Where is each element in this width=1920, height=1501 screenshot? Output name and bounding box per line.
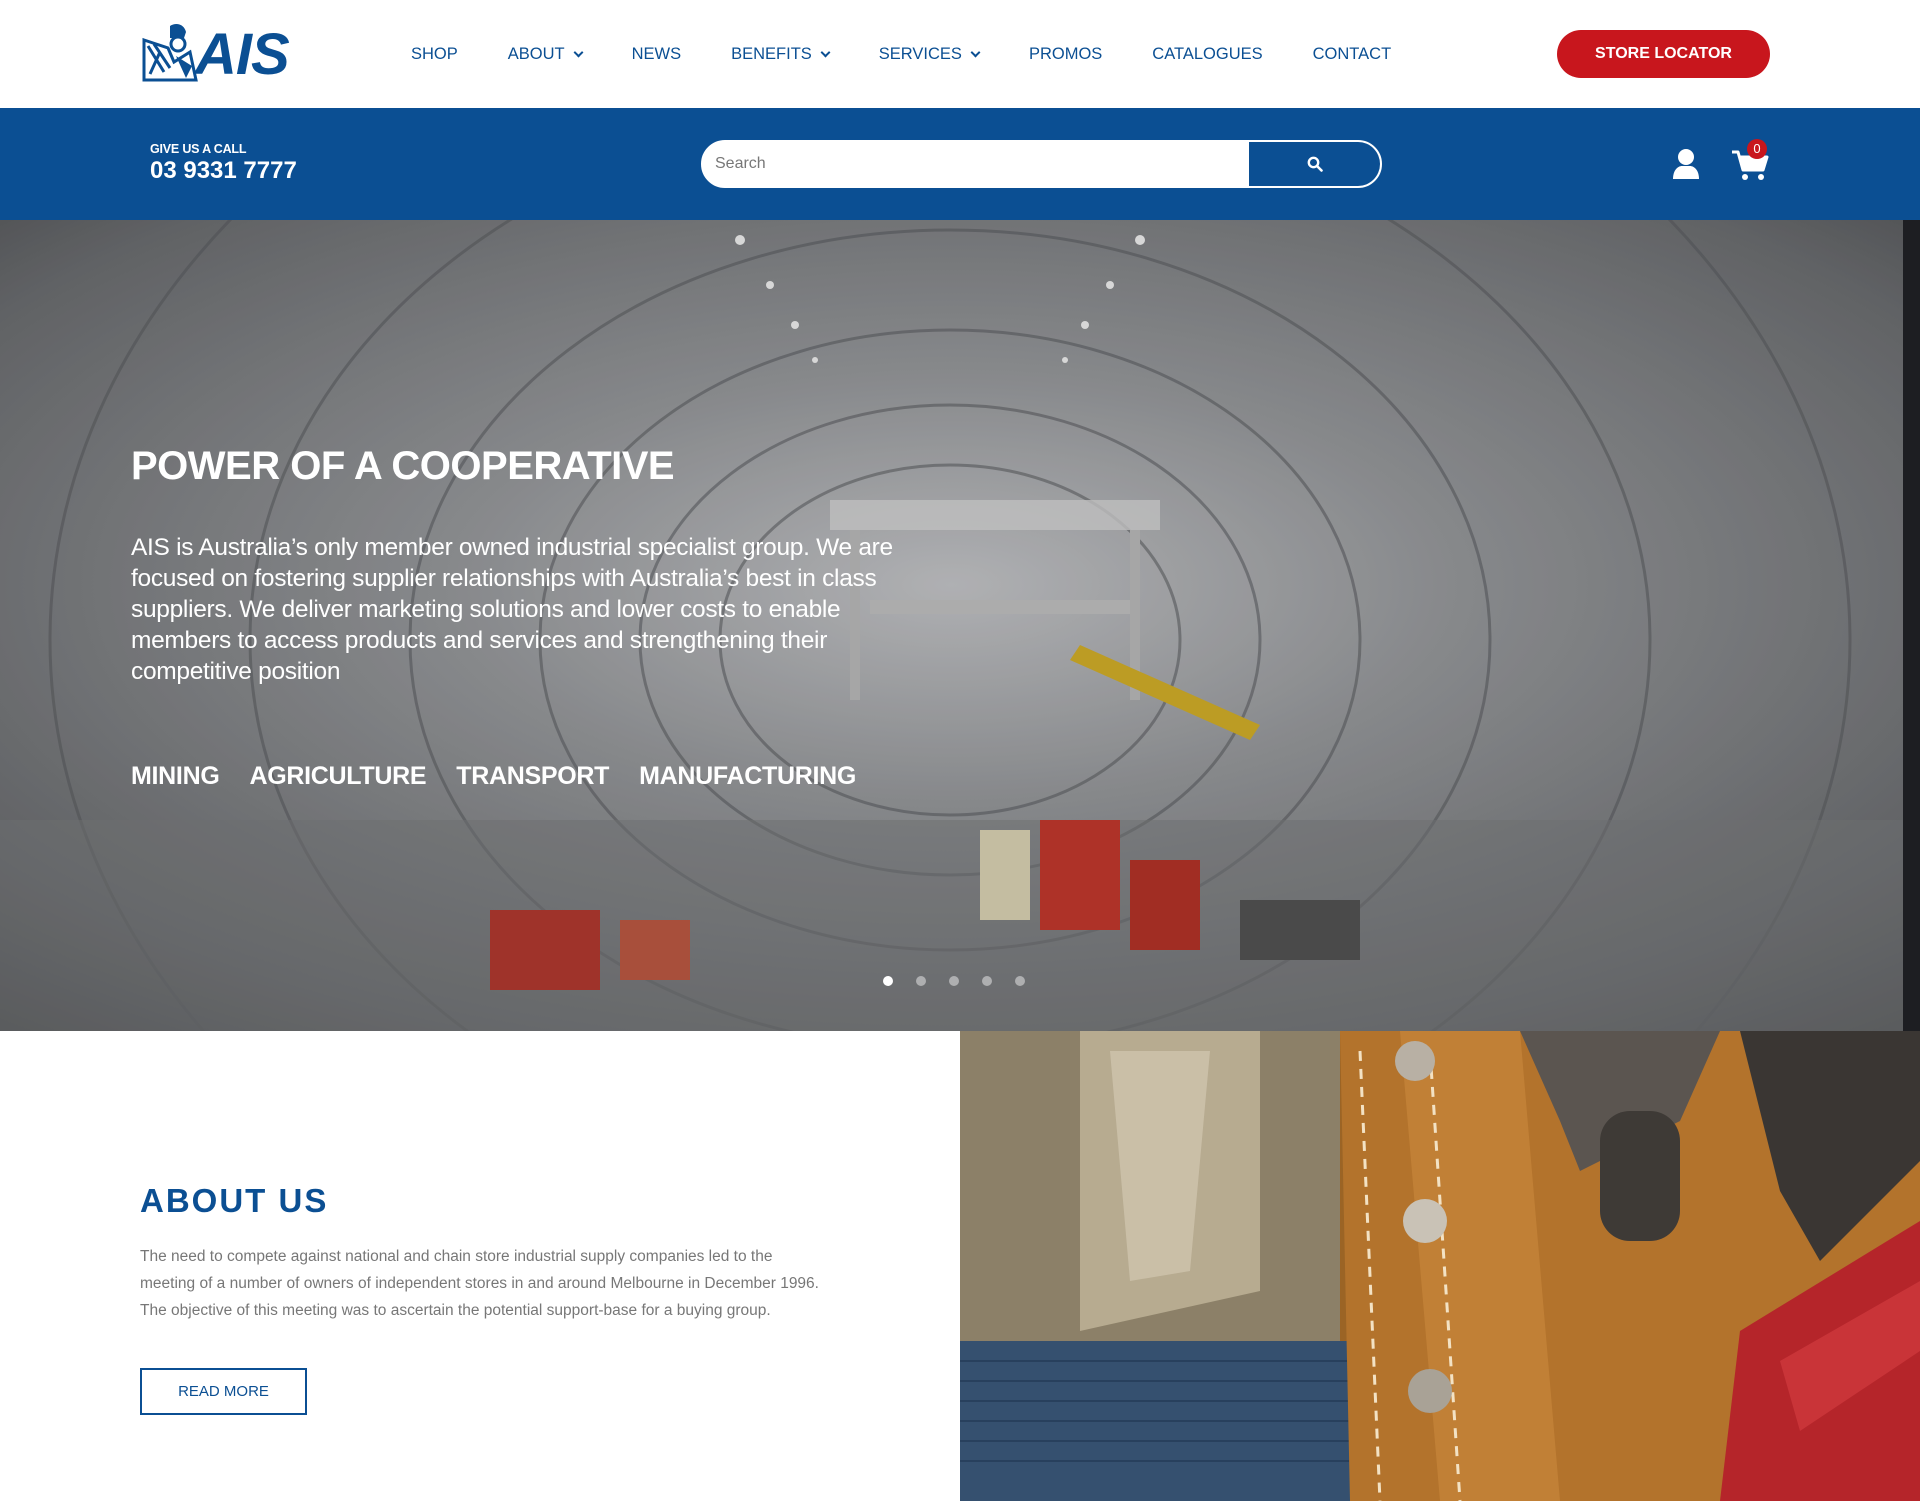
slider-dot[interactable] — [982, 976, 992, 986]
about-text: The need to compete against national and… — [140, 1248, 819, 1319]
search-box — [701, 140, 1382, 188]
nav-label: NEWS — [631, 45, 682, 63]
about-section: ABOUT US The need to compete against nat… — [0, 1031, 960, 1501]
logo-wordmark: AIS — [195, 22, 290, 87]
nav-label: CONTACT — [1312, 45, 1392, 63]
slider-dot[interactable] — [1015, 976, 1025, 986]
nav-item-services[interactable]: SERVICES — [878, 44, 981, 64]
industry-links: MINING AGRICULTURE TRANSPORT MANUFACTURI… — [131, 760, 886, 792]
industry-link-manufacturing[interactable]: MANUFACTURING — [639, 760, 856, 792]
hero-title: POWER OF A COOPERATIVE — [131, 444, 675, 488]
industry-link-transport[interactable]: TRANSPORT — [456, 760, 609, 792]
slider-dot[interactable] — [949, 976, 959, 986]
call-label: GIVE US A CALL — [150, 142, 247, 156]
slider-dot[interactable] — [916, 976, 926, 986]
chevron-down-icon — [573, 47, 584, 57]
industry-link-agriculture[interactable]: AGRICULTURE — [249, 760, 426, 792]
site-header: AIS SHOP ABOUT NEWS BENEFITS SERVICES PR… — [0, 0, 1920, 108]
worker-mascot-icon — [142, 24, 198, 82]
ais-logo[interactable]: AIS — [140, 22, 290, 86]
industry-link-mining[interactable]: MINING — [131, 760, 220, 792]
nav-label: CATALOGUES — [1152, 45, 1263, 63]
hero-edge — [1903, 220, 1920, 1031]
nav-item-about[interactable]: ABOUT — [507, 44, 584, 64]
nav-label: BENEFITS — [731, 45, 812, 63]
read-more-button[interactable]: READ MORE — [140, 1368, 307, 1415]
nav-item-benefits[interactable]: BENEFITS — [731, 44, 831, 64]
tool-belt-photo — [960, 1031, 1920, 1501]
nav-label: SHOP — [411, 45, 458, 63]
phone-number[interactable]: 03 9331 7777 — [150, 156, 297, 186]
nav-label: PROMOS — [1028, 45, 1103, 63]
user-icon[interactable] — [1672, 148, 1700, 180]
search-input[interactable] — [703, 142, 1249, 186]
chevron-down-icon — [970, 47, 981, 57]
contact-search-bar: GIVE US A CALL 03 9331 7777 0 — [0, 108, 1920, 220]
nav-item-catalogues[interactable]: CATALOGUES — [1152, 44, 1262, 64]
slider-dot[interactable] — [883, 976, 893, 986]
nav-label: ABOUT — [507, 45, 565, 63]
hero-description: AIS is Australia’s only member owned ind… — [131, 534, 893, 685]
nav-item-promos[interactable]: PROMOS — [1029, 44, 1102, 64]
main-nav: SHOP ABOUT NEWS BENEFITS SERVICES PROMOS… — [411, 0, 1441, 108]
nav-item-news[interactable]: NEWS — [632, 44, 682, 64]
nav-label: SERVICES — [878, 45, 962, 63]
about-title: ABOUT US — [140, 1182, 329, 1219]
slider-pagination — [883, 976, 1048, 986]
search-button[interactable] — [1249, 142, 1380, 186]
chevron-down-icon — [820, 47, 831, 57]
search-icon — [1307, 156, 1323, 172]
nav-item-shop[interactable]: SHOP — [411, 44, 458, 64]
tools-image — [960, 1031, 1920, 1501]
nav-item-contact[interactable]: CONTACT — [1313, 44, 1392, 64]
cart-count-badge: 0 — [1747, 139, 1767, 159]
hero-slider: POWER OF A COOPERATIVE AIS is Australia’… — [0, 220, 1903, 1031]
store-locator-button[interactable]: STORE LOCATOR — [1557, 30, 1770, 78]
